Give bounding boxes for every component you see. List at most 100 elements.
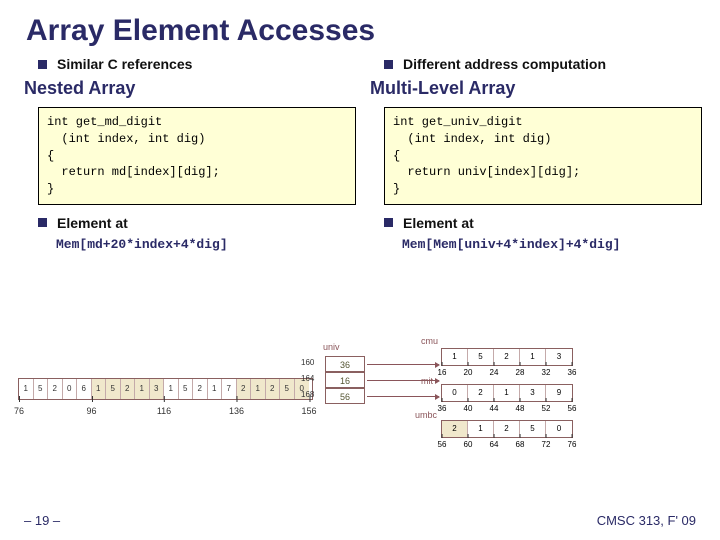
tick-label: 16 bbox=[438, 368, 447, 377]
square-bullet-icon bbox=[38, 218, 47, 227]
tick-label: 40 bbox=[464, 404, 473, 413]
slide-title: Array Element Accesses bbox=[0, 0, 720, 48]
array-cell: 2 bbox=[494, 349, 520, 365]
left-code: int get_md_digit (int index, int dig) { … bbox=[38, 107, 356, 205]
course-id: CMSC 313, F' 09 bbox=[597, 513, 696, 528]
array-cell: 7 bbox=[222, 379, 237, 399]
array-cell: 1 bbox=[164, 379, 179, 399]
left-bullet-text: Similar C references bbox=[57, 56, 192, 72]
columns: Similar C references Nested Array int ge… bbox=[0, 48, 720, 252]
tick-label: 116 bbox=[157, 406, 171, 416]
arrow-icon bbox=[367, 364, 439, 365]
nested-ticks: 7696116136156 bbox=[18, 400, 313, 424]
tick-label: 56 bbox=[568, 404, 577, 413]
tick-label: 24 bbox=[490, 368, 499, 377]
array-cell: 2 bbox=[121, 379, 136, 399]
right-code: int get_univ_digit (int index, int dig) … bbox=[384, 107, 702, 205]
tick-label: 68 bbox=[516, 440, 525, 449]
tick-label: 64 bbox=[490, 440, 499, 449]
array-cell: 1 bbox=[494, 385, 520, 401]
right-column: Different address computation Multi-Leve… bbox=[384, 56, 702, 252]
pointer-cell: 36 bbox=[325, 356, 365, 372]
cmu-band-wrap: 15213 162024283236 bbox=[441, 348, 573, 380]
array-cell: 5 bbox=[468, 349, 494, 365]
array-cell: 0 bbox=[442, 385, 468, 401]
cmu-ticks: 162024283236 bbox=[441, 366, 573, 380]
array-cell: 2 bbox=[48, 379, 63, 399]
univ-label: univ bbox=[323, 342, 340, 352]
umbc-band-wrap: 21250 566064687276 bbox=[441, 420, 573, 452]
umbc-band: 21250 bbox=[441, 420, 573, 438]
tick-label: 60 bbox=[464, 440, 473, 449]
pointer-cell: 16 bbox=[325, 372, 365, 388]
mit-label: mit bbox=[421, 376, 433, 386]
right-elem-expr: Mem[Mem[univ+4*index]+4*dig] bbox=[402, 237, 702, 252]
tick-label: 156 bbox=[301, 406, 316, 416]
array-cell: 1 bbox=[468, 421, 494, 437]
array-cell: 1 bbox=[92, 379, 107, 399]
tick-label: 32 bbox=[542, 368, 551, 377]
square-bullet-icon bbox=[38, 60, 47, 69]
tick-label: 164 bbox=[301, 374, 314, 383]
tick-label: 76 bbox=[568, 440, 577, 449]
cmu-band: 15213 bbox=[441, 348, 573, 366]
diagrams: 15206152131521721250 7696116136156 univ … bbox=[18, 340, 702, 424]
multilevel-diagram: univ 361601616456168 cmu 15213 162024283… bbox=[331, 340, 702, 424]
left-subhead: Nested Array bbox=[24, 78, 356, 99]
array-cell: 5 bbox=[520, 421, 546, 437]
right-subhead: Multi-Level Array bbox=[370, 78, 702, 99]
tick-label: 48 bbox=[516, 404, 525, 413]
tick-label: 160 bbox=[301, 358, 314, 367]
array-cell: 2 bbox=[266, 379, 281, 399]
array-cell: 2 bbox=[442, 421, 468, 437]
tick-label: 136 bbox=[229, 406, 244, 416]
page-number: – 19 – bbox=[24, 513, 60, 528]
tick-label: 44 bbox=[490, 404, 499, 413]
tick-label: 76 bbox=[14, 406, 24, 416]
univ-box: 361601616456168 bbox=[325, 356, 365, 404]
array-cell: 2 bbox=[494, 421, 520, 437]
left-elem-bullet: Element at bbox=[38, 215, 356, 231]
cmu-label: cmu bbox=[421, 336, 438, 346]
mit-ticks: 364044485256 bbox=[441, 402, 573, 416]
arrow-icon bbox=[367, 380, 439, 381]
array-cell: 1 bbox=[442, 349, 468, 365]
array-cell: 5 bbox=[34, 379, 49, 399]
left-elem-label: Element at bbox=[57, 215, 128, 231]
array-cell: 3 bbox=[150, 379, 165, 399]
array-cell: 2 bbox=[237, 379, 252, 399]
square-bullet-icon bbox=[384, 218, 393, 227]
arrow-icon bbox=[367, 396, 439, 397]
tick-label: 56 bbox=[438, 440, 447, 449]
tick-label: 36 bbox=[438, 404, 447, 413]
square-bullet-icon bbox=[384, 60, 393, 69]
array-cell: 1 bbox=[208, 379, 223, 399]
right-bullet: Different address computation bbox=[384, 56, 702, 72]
tick-label: 36 bbox=[568, 368, 577, 377]
footer: – 19 – CMSC 313, F' 09 bbox=[24, 513, 696, 528]
pointer-cell: 56 bbox=[325, 388, 365, 404]
right-bullet-text: Different address computation bbox=[403, 56, 606, 72]
array-cell: 1 bbox=[251, 379, 266, 399]
mit-band: 02139 bbox=[441, 384, 573, 402]
tick-label: 96 bbox=[86, 406, 96, 416]
tick-label: 168 bbox=[301, 390, 314, 399]
array-cell: 5 bbox=[179, 379, 194, 399]
left-elem-expr: Mem[md+20*index+4*dig] bbox=[56, 237, 356, 252]
mit-band-wrap: 02139 364044485256 bbox=[441, 384, 573, 416]
nested-band: 15206152131521721250 bbox=[18, 378, 313, 400]
array-cell: 0 bbox=[546, 421, 572, 437]
array-cell: 3 bbox=[520, 385, 546, 401]
left-bullet: Similar C references bbox=[38, 56, 356, 72]
tick-label: 72 bbox=[542, 440, 551, 449]
array-cell: 6 bbox=[77, 379, 92, 399]
umbc-label: umbc bbox=[415, 410, 437, 420]
array-cell: 1 bbox=[135, 379, 150, 399]
array-cell: 3 bbox=[546, 349, 572, 365]
array-cell: 1 bbox=[19, 379, 34, 399]
tick-label: 28 bbox=[516, 368, 525, 377]
array-cell: 1 bbox=[520, 349, 546, 365]
array-cell: 0 bbox=[63, 379, 78, 399]
tick-label: 52 bbox=[542, 404, 551, 413]
left-column: Similar C references Nested Array int ge… bbox=[38, 56, 356, 252]
